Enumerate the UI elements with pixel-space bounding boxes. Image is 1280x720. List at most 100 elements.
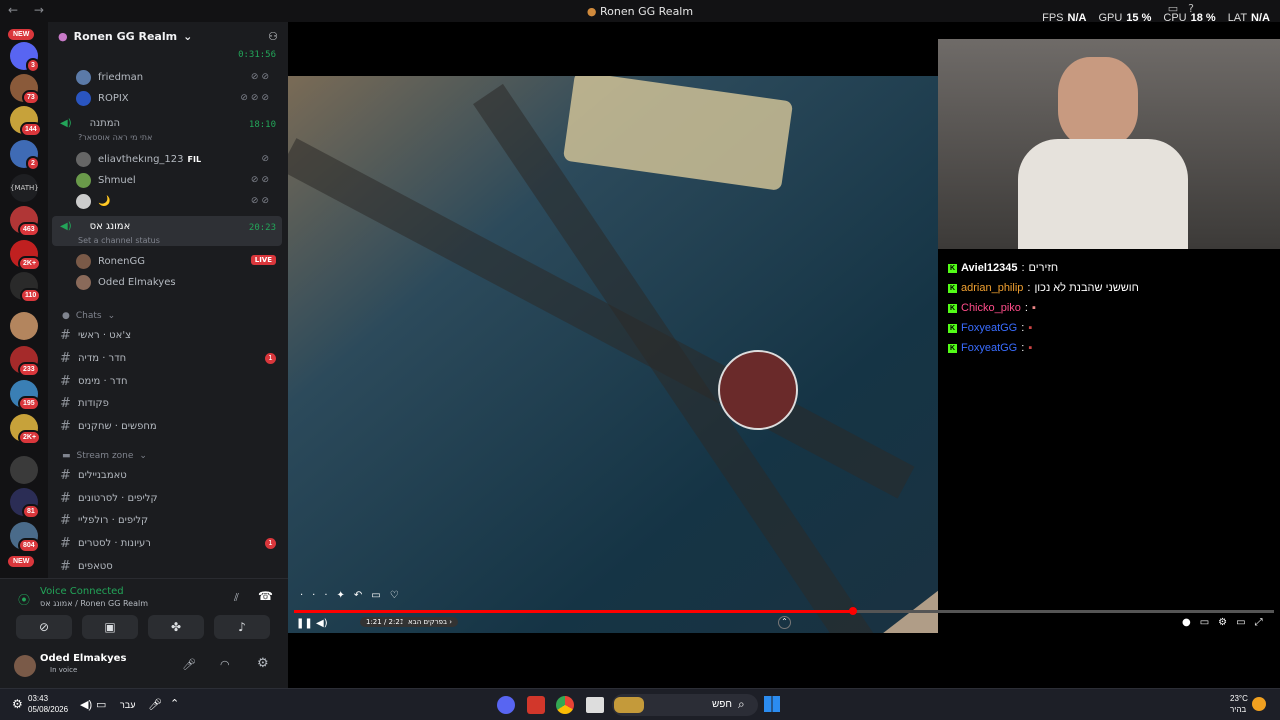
gear-icon[interactable]: ⚙ <box>12 697 23 711</box>
screen-share-button[interactable]: ▣ <box>82 615 138 639</box>
avatar[interactable] <box>14 655 36 677</box>
windows-icon[interactable] <box>764 696 780 712</box>
category-chats[interactable]: ● Chats ⌄ <box>62 311 115 321</box>
discord-icon[interactable] <box>497 696 515 714</box>
server-icon-6[interactable]: 463 <box>10 206 40 237</box>
taskbar: ⚙ 03:43 05/08/2026 ◀) ▭ עבר 🎤︎ ⌃ חפש ⌕ 2… <box>0 688 1280 720</box>
voice-channel-active[interactable]: ◀) אמונג אס <box>60 221 130 232</box>
stream-icon: ▬ <box>62 451 71 461</box>
text-channel[interactable]: # קליפים · רולפליי <box>60 513 148 528</box>
player-right-controls[interactable]: ●▭⚙▭⤢ <box>1182 617 1272 628</box>
text-channel[interactable]: # צ'אט · ראשי <box>60 328 131 343</box>
language-indicator[interactable]: עבר <box>120 700 135 710</box>
chrome-icon[interactable] <box>556 696 574 714</box>
server-icon-14[interactable]: 81 <box>10 488 40 519</box>
voice-panel: ⦿ Voice Connected אמונג אס / Ronen GG Re… <box>0 578 288 688</box>
speaker-icon: ◀) <box>60 221 72 232</box>
add-member-icon[interactable]: ⚇ <box>268 30 278 43</box>
glass-shape <box>562 76 794 191</box>
server-icon-1[interactable]: 3 <box>10 42 40 73</box>
volume-icon[interactable]: ◀) <box>316 618 328 629</box>
progress-bar[interactable] <box>294 607 1274 615</box>
clock-date[interactable]: 05/08/2026 <box>28 705 68 714</box>
weather-icon[interactable] <box>1252 697 1266 711</box>
chevron-up-icon[interactable]: ⌃ <box>170 697 179 710</box>
weather-sub: בהיר <box>1230 705 1247 714</box>
new-badge: NEW <box>8 29 35 40</box>
microphone-icon[interactable]: 🎤︎ <box>148 698 162 711</box>
app-icon[interactable] <box>527 696 545 714</box>
chapter-button[interactable]: בפרקים הבא › <box>402 617 459 627</box>
text-channel[interactable]: # רעיונות · לסטרים <box>60 536 151 551</box>
server-header[interactable]: ● Ronen GG Realm ⌄ <box>58 30 192 43</box>
voice-connected-sub: אמונג אס / Ronen GG Realm <box>40 599 149 608</box>
chevron-up-icon[interactable]: ⌃ <box>778 616 791 629</box>
voice-user[interactable]: Shmuel <box>76 173 136 188</box>
player-actions[interactable]: ···✦↶▭♡ <box>300 590 408 601</box>
emote-icon: ▪ <box>1031 302 1036 314</box>
voice-user[interactable]: 🌙 <box>76 194 110 209</box>
voice-user[interactable]: ROPIX <box>76 91 129 106</box>
chevron-down-icon: ⌄ <box>183 30 193 43</box>
microphone-icon[interactable]: 🎤︎ <box>182 658 196 671</box>
server-icon-10[interactable]: 233 <box>10 346 40 377</box>
set-channel-status[interactable]: Set a channel status <box>78 236 160 245</box>
progress-knob[interactable] <box>848 607 857 615</box>
unread-badge: 1 <box>265 538 276 549</box>
text-channel[interactable]: # מחפשים · שחקנים <box>60 419 157 434</box>
voice-user[interactable]: Oded Elmakyes <box>76 275 176 290</box>
emote-icon: ▪ <box>1028 322 1033 334</box>
category-stream[interactable]: ▬ Stream zone ⌄ <box>62 451 147 461</box>
headphones-icon[interactable]: ◠ <box>220 658 230 671</box>
network-icon[interactable]: ▭ <box>96 698 106 711</box>
server-icon-4[interactable]: 2 <box>10 140 40 171</box>
chat-line: Kadrian_philip: חוששני שהבנת לא נכון <box>948 282 1139 294</box>
voice-user[interactable]: eliavthekıng_123 FIL <box>76 152 201 167</box>
server-icon-13[interactable] <box>10 456 38 484</box>
server-icon-7[interactable]: 2K+ <box>10 240 42 271</box>
user-name[interactable]: Oded Elmakyes <box>40 653 126 664</box>
chevron-down-icon: ⌄ <box>107 311 116 321</box>
weather-temp[interactable]: 23°C <box>1230 694 1248 703</box>
text-channel[interactable]: # טאמבניילים <box>60 468 127 483</box>
server-icon-2[interactable]: 73 <box>10 74 40 105</box>
server-icon-3[interactable]: 144 <box>10 106 42 137</box>
signal-icon[interactable]: ⦿ <box>18 591 30 608</box>
server-icon-math[interactable]: {MATH} <box>10 174 39 202</box>
activities-button[interactable]: ✤ <box>148 615 204 639</box>
voice-channel[interactable]: ◀) המתנה <box>60 118 120 129</box>
live-badge: LIVE <box>250 255 276 265</box>
text-channel[interactable]: # חדר · מימס <box>60 374 127 389</box>
server-icon-8[interactable]: 110 <box>10 272 42 303</box>
text-channel[interactable]: # סטאפים <box>60 559 113 574</box>
stream-view[interactable]: K Aviel12345: חזירים Kadrian_philip: חוששני… <box>288 22 1280 688</box>
text-channel[interactable]: # קליפים · לסרטונים <box>60 491 158 506</box>
progress-fill <box>294 610 853 613</box>
disconnect-icon[interactable]: ☎ <box>258 589 273 603</box>
clock-time[interactable]: 03:43 <box>28 694 48 703</box>
unread-badge: 1 <box>265 353 276 364</box>
server-icon-15[interactable]: 804 <box>10 522 40 553</box>
voice-user-streaming[interactable]: RonenGG <box>76 254 145 269</box>
chat-line: K FoxyeatGG: ▪ <box>948 342 1033 354</box>
files-icon[interactable] <box>586 697 604 713</box>
soundboard-button[interactable]: ♪ <box>214 615 270 639</box>
channel-timer: 0:31:56 <box>238 50 276 60</box>
noise-icon[interactable]: ⫽ <box>234 591 239 605</box>
speaker-icon[interactable]: ◀) <box>80 698 92 711</box>
pause-icon[interactable]: ❚❚ <box>296 618 313 629</box>
server-icon-9[interactable] <box>10 312 38 340</box>
search-icon[interactable]: ⌕ <box>738 697 745 712</box>
voice-user[interactable]: friedman <box>76 70 143 85</box>
gear-icon[interactable]: ⚙ <box>257 656 269 671</box>
search-label: חפש <box>712 699 732 710</box>
camera-off-button[interactable]: ⊘ <box>16 615 72 639</box>
server-icon-11[interactable]: 195 <box>10 380 40 411</box>
search-highlight-icon <box>614 697 644 713</box>
server-icon-12[interactable]: 2K+ <box>10 414 42 445</box>
chat-icon: ● <box>62 311 70 321</box>
text-channel[interactable]: # פקודות <box>60 396 109 411</box>
voice-connected-title[interactable]: Voice Connected <box>40 586 124 597</box>
text-channel[interactable]: # חדר · מדיה <box>60 351 126 366</box>
window-title-text: Ronen GG Realm <box>600 5 694 18</box>
